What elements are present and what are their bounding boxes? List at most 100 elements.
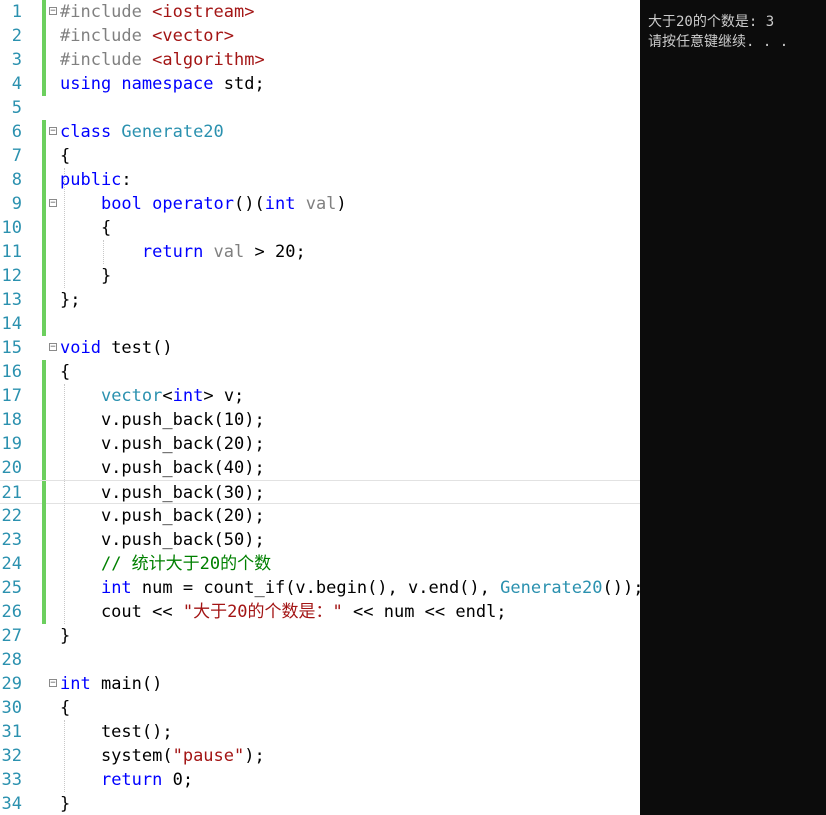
indent-guide — [64, 168, 65, 288]
code-line[interactable]: 20 v.push_back(40); — [0, 456, 640, 480]
code-token: return — [100, 770, 173, 790]
line-number: 25 — [1, 578, 22, 598]
change-indicator — [42, 600, 46, 624]
code-token: "大于20的个数是：" — [182, 602, 343, 622]
code-text: #include <iostream> — [60, 0, 254, 24]
indent-guide — [64, 384, 65, 624]
code-token: class — [60, 122, 122, 142]
code-line[interactable]: 3 #include <algorithm> — [0, 48, 640, 72]
code-token: <vector> — [152, 26, 235, 46]
code-token: } — [60, 794, 71, 814]
code-line[interactable]: 10 { — [0, 216, 640, 240]
code-line[interactable]: 34} — [0, 792, 640, 815]
code-token: { — [60, 146, 71, 166]
code-token: v.push_back(40); — [60, 458, 265, 478]
code-token: <iostream> — [152, 2, 255, 22]
code-line[interactable]: 18 v.push_back(10); — [0, 408, 640, 432]
code-editor[interactable]: 1− #include <iostream> 2 #include <vector> 3… — [0, 0, 640, 815]
code-line[interactable]: 33 return 0; — [0, 768, 640, 792]
code-line[interactable]: 31 test(); — [0, 720, 640, 744]
change-indicator — [42, 408, 46, 432]
indent-guide — [64, 720, 65, 792]
code-line[interactable]: 9 − bool operator()(int val) — [0, 192, 640, 216]
code-line[interactable]: 8 public: — [0, 168, 640, 192]
code-line[interactable]: 21 v.push_back(30); — [0, 480, 640, 505]
code-line[interactable]: 11 return val > 20; — [0, 240, 640, 264]
code-token: { — [60, 218, 112, 238]
code-text: v.push_back(20); — [60, 504, 265, 528]
code-line[interactable]: 6 − class Generate20 — [0, 120, 640, 144]
code-line[interactable]: 4 using namespace std; — [0, 72, 640, 96]
line-number: 4 — [11, 74, 22, 94]
indent-guide — [103, 240, 104, 264]
code-line[interactable]: 16 { — [0, 360, 640, 384]
code-line[interactable]: 2 #include <vector> — [0, 24, 640, 48]
code-token: int — [264, 194, 306, 214]
line-number: 15 — [1, 338, 22, 358]
code-text: int main() — [60, 672, 162, 696]
code-token: < — [162, 386, 173, 406]
code-token: v.push_back(20); — [60, 434, 265, 454]
collapse-icon[interactable]: − — [49, 679, 57, 688]
code-token: #include — [60, 50, 153, 70]
change-indicator — [42, 481, 46, 505]
line-number: 23 — [1, 530, 22, 550]
code-text: v.push_back(40); — [60, 456, 265, 480]
code-line[interactable]: 26 cout << "大于20的个数是：" << num << endl; — [0, 600, 640, 624]
code-line[interactable]: 14 — [0, 312, 640, 336]
code-token: system( — [60, 746, 173, 766]
code-line[interactable]: 1 − #include <iostream> — [0, 0, 640, 24]
code-text: { — [60, 216, 111, 240]
code-line[interactable]: 17 vector<int> v; — [0, 384, 640, 408]
code-token: test() — [111, 338, 173, 358]
code-token: #include — [60, 26, 153, 46]
code-line[interactable]: 29 − int main() — [0, 672, 640, 696]
code-token: : — [121, 170, 132, 190]
collapse-icon[interactable]: − — [49, 7, 57, 16]
code-line[interactable]: 28 — [0, 648, 640, 672]
change-indicator — [42, 528, 46, 552]
code-token: ()); — [602, 578, 641, 598]
collapse-icon[interactable]: − — [49, 127, 57, 136]
code-token: return — [141, 242, 214, 262]
code-text: } — [60, 792, 70, 815]
code-line[interactable]: 24 // 统计大于20的个数 — [0, 552, 640, 576]
code-token: num = count_if(v.begin(), v.end(), — [141, 578, 501, 598]
console-window[interactable]: 大于20的个数是: 3 请按任意键继续. . . — [640, 0, 826, 815]
change-indicator — [42, 576, 46, 600]
line-number: 20 — [1, 458, 22, 478]
code-line[interactable]: 27} — [0, 624, 640, 648]
code-line[interactable]: 19 v.push_back(20); — [0, 432, 640, 456]
code-line[interactable]: 22 v.push_back(20); — [0, 504, 640, 528]
code-line[interactable]: 7{ — [0, 144, 640, 168]
line-number: 3 — [11, 50, 22, 70]
code-line[interactable]: 13}; — [0, 288, 640, 312]
change-indicator — [42, 168, 46, 192]
collapse-icon[interactable]: − — [49, 199, 57, 208]
code-line[interactable]: 25 int num = count_if(v.begin(), v.end()… — [0, 576, 640, 600]
line-number: 9 — [11, 194, 22, 214]
line-number: 13 — [1, 290, 22, 310]
code-line[interactable]: 12 } — [0, 264, 640, 288]
code-token: bool — [100, 194, 153, 214]
change-indicator — [42, 144, 46, 168]
code-token: }; — [60, 290, 81, 310]
line-number: 26 — [1, 602, 22, 622]
code-line[interactable]: 23 v.push_back(50); — [0, 528, 640, 552]
code-line[interactable]: 5 — [0, 96, 640, 120]
code-line[interactable]: 15 − void test() — [0, 336, 640, 360]
line-number: 21 — [1, 483, 22, 503]
code-text: int num = count_if(v.begin(), v.end(), G… — [60, 576, 640, 600]
code-text: v.push_back(20); — [60, 432, 265, 456]
code-line[interactable]: 32 system("pause"); — [0, 744, 640, 768]
code-token: val — [305, 194, 337, 214]
code-text: // 统计大于20的个数 — [60, 552, 271, 576]
line-number: 19 — [1, 434, 22, 454]
collapse-icon[interactable]: − — [49, 343, 57, 352]
change-indicator — [42, 312, 46, 336]
code-line[interactable]: 30 { — [0, 696, 640, 720]
